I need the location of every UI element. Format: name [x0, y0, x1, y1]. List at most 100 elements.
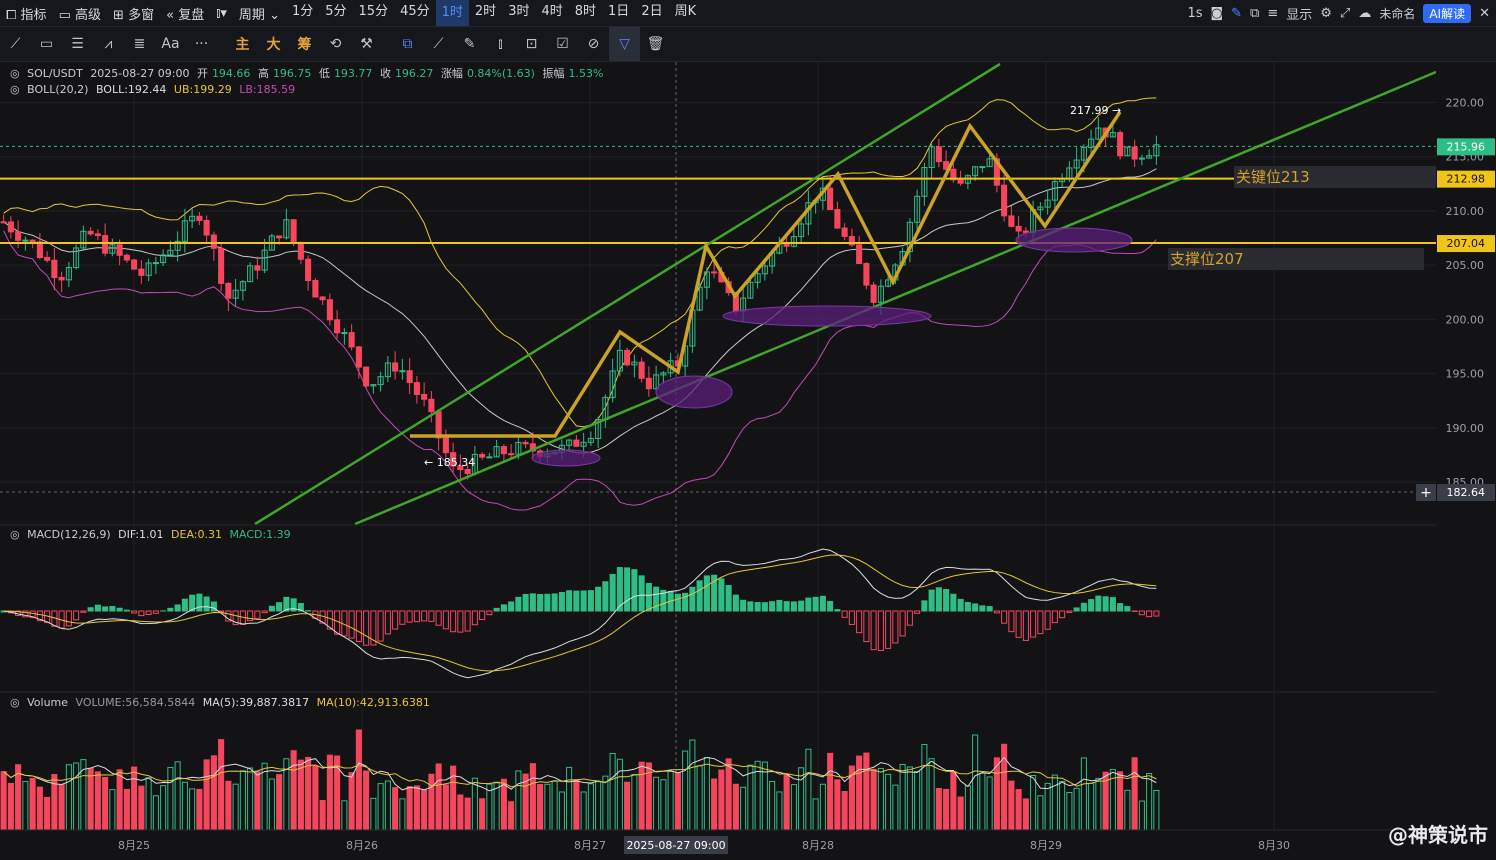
- tab-period-9[interactable]: 1日: [602, 0, 635, 26]
- macd-name[interactable]: MACD(12,26,9): [27, 528, 111, 541]
- drawing-toolbar: ⟋ ▭ ☰ ⩘ ≣ Aa ··· 主 大 筹 ⟲ ⚒ ⧉ ⟋ ✎ ⫾ ⊡ ☑ ⊘…: [0, 27, 1496, 62]
- tab-period-11[interactable]: 周K: [669, 0, 703, 26]
- tab-period-0[interactable]: 1分: [286, 0, 319, 26]
- candle-body: [479, 453, 486, 458]
- tab-period-8[interactable]: 8时: [569, 0, 602, 26]
- macd-bar: [109, 606, 116, 612]
- trash-icon[interactable]: 🗑: [640, 27, 671, 61]
- boll-mid: BOLL:192.44: [95, 83, 167, 96]
- tab-period-4[interactable]: 1时: [435, 0, 469, 26]
- copy-icon[interactable]: ⧉: [392, 27, 423, 61]
- price-chart[interactable]: 关键位213支撑位207217.99 →← 185.34 4.002.000.0…: [0, 62, 1496, 860]
- volume-bar: [406, 786, 413, 831]
- chevron-down-icon: ⌄: [269, 7, 280, 23]
- rect-tool-icon[interactable]: ▭: [31, 27, 62, 61]
- lock-icon[interactable]: ⊡: [516, 27, 547, 61]
- layout-name[interactable]: 未命名: [1379, 5, 1415, 22]
- candle-body: [305, 258, 312, 281]
- macd-bar: [102, 606, 109, 612]
- fib-tool-icon[interactable]: ≣: [124, 27, 155, 61]
- advanced-button[interactable]: ▭ 高级: [53, 4, 107, 23]
- pencil-icon[interactable]: ✎: [454, 27, 485, 61]
- brush-icon[interactable]: ⚒: [351, 27, 382, 61]
- candle-body: [1138, 157, 1145, 160]
- tab-period-6[interactable]: 3时: [502, 0, 535, 26]
- macd-bar: [123, 609, 130, 612]
- display-button[interactable]: 显示: [1286, 4, 1312, 23]
- top-menu-bar: ⧠ 指标 ▭ 高级 ⊞ 多窗 « 复盘 ⫾▾ 周期 ⌄ 1分 5分 15分 45分 1时…: [0, 0, 1496, 27]
- volume-bar: [841, 791, 848, 831]
- big-order-button[interactable]: 大: [258, 27, 289, 61]
- wave-tool-icon[interactable]: ⩘: [93, 27, 124, 61]
- macd-bar: [761, 602, 768, 612]
- candle-body: [348, 332, 355, 348]
- volume-name[interactable]: Volume: [27, 696, 68, 709]
- replay-button[interactable]: « 复盘: [160, 4, 210, 23]
- volume-bar: [725, 758, 732, 831]
- macd-bar: [689, 586, 696, 612]
- chips-button[interactable]: 筹: [289, 27, 320, 61]
- last-price-tag: 215.96: [1447, 140, 1486, 153]
- candle-body: [123, 254, 130, 261]
- candle-body: [500, 446, 507, 455]
- candle-body: [1001, 184, 1008, 217]
- candle-body: [334, 319, 341, 334]
- macd-bar: [602, 581, 609, 612]
- candle-body: [15, 231, 22, 241]
- note-icon[interactable]: ☑: [547, 27, 578, 61]
- volume-bar: [305, 756, 312, 831]
- topbar-right: 1s ◙ ✎ ⧉ ≡ 显示 ⚙ ⤢ ☁ 未命名 AI解读 ✕: [1187, 0, 1490, 26]
- filter-icon[interactable]: ▽: [609, 27, 640, 61]
- y-tick: 220.00: [1446, 97, 1485, 110]
- more-tool-icon[interactable]: ···: [186, 27, 217, 61]
- tab-period-3[interactable]: 45分: [394, 0, 436, 26]
- multi-window-button[interactable]: ⊞ 多窗: [107, 4, 160, 23]
- highlight-ellipse: [655, 375, 733, 409]
- x-tick: 8月29: [1030, 839, 1062, 852]
- candle-body: [36, 241, 43, 259]
- candle-body: [94, 233, 101, 237]
- volume-bar: [87, 767, 94, 831]
- candle-body: [1015, 225, 1022, 232]
- candle-body: [827, 187, 834, 211]
- macd-bar: [566, 590, 573, 612]
- line-tool-icon[interactable]: ⟋: [0, 27, 31, 61]
- fullscreen-icon[interactable]: ⤢: [1340, 6, 1350, 21]
- hlines-tool-icon[interactable]: ☰: [62, 27, 93, 61]
- indicator-button[interactable]: ⧠ 指标: [0, 4, 53, 23]
- x-tick: 8月28: [802, 839, 834, 852]
- ai-interpret-button[interactable]: AI解读: [1423, 3, 1472, 23]
- eye-icon[interactable]: ◎: [10, 83, 20, 96]
- list-icon[interactable]: ≡: [1267, 6, 1278, 21]
- macd-bar: [943, 589, 950, 612]
- chart-type-button[interactable]: ⫾▾: [210, 6, 233, 21]
- eye-icon[interactable]: ◎: [10, 696, 20, 709]
- ruler-icon[interactable]: ⟋: [423, 27, 454, 61]
- text-tool-icon[interactable]: Aa: [155, 27, 186, 61]
- period-dropdown[interactable]: 周期 ⌄: [233, 4, 286, 23]
- eye-icon[interactable]: ◎: [10, 67, 20, 80]
- popout-icon[interactable]: ⧉: [1250, 6, 1259, 21]
- watermark: @神策说市: [1388, 823, 1488, 847]
- tab-period-1[interactable]: 5分: [319, 0, 352, 26]
- interval-label[interactable]: 1s: [1187, 6, 1202, 21]
- tab-period-10[interactable]: 2日: [635, 0, 668, 26]
- tab-period-5[interactable]: 2时: [469, 0, 502, 26]
- gear-icon[interactable]: ⚙: [1320, 6, 1332, 21]
- main-force-button[interactable]: 主: [227, 27, 258, 61]
- eye-icon[interactable]: ◎: [10, 528, 20, 541]
- pen-icon[interactable]: ✎: [1231, 6, 1242, 21]
- tab-period-2[interactable]: 15分: [353, 0, 395, 26]
- camera-icon[interactable]: ◙: [1211, 6, 1224, 21]
- candle-body: [0, 221, 7, 224]
- candle-tool-icon[interactable]: ⫾: [485, 27, 516, 61]
- magnet-icon[interactable]: ⟲: [320, 27, 351, 61]
- macd-bar: [798, 600, 805, 612]
- boll-name[interactable]: BOLL(20,2): [27, 83, 88, 96]
- measure-icon[interactable]: ⊘: [578, 27, 609, 61]
- candle-body: [51, 259, 58, 278]
- volume-value: VOLUME:56,584.5844: [75, 696, 196, 709]
- volume-bar: [363, 770, 370, 831]
- close-icon[interactable]: ✕: [1479, 6, 1490, 21]
- tab-period-7[interactable]: 4时: [535, 0, 568, 26]
